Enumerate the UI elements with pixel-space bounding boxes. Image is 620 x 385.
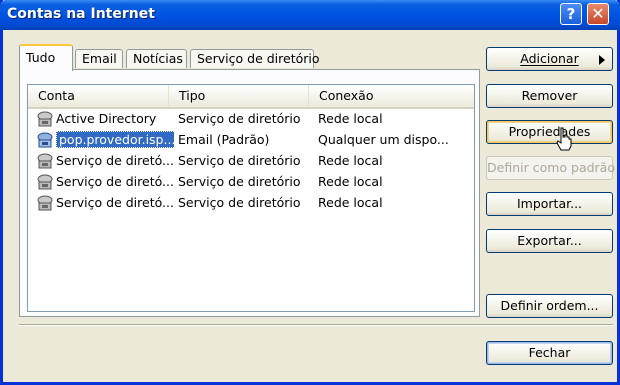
account-row-selected[interactable]: pop.provedor.isp... Email (Padrão) Qualq… [30, 130, 474, 150]
set-default-button[interactable]: Definir como padrão [486, 156, 615, 180]
account-name: pop.provedor.isp... [56, 131, 174, 148]
directory-service-icon [37, 111, 53, 127]
close-window-button[interactable]: ✕ [587, 3, 609, 25]
connection-cell: Rede local [318, 111, 383, 126]
remove-button[interactable]: Remover [486, 84, 613, 108]
account-row[interactable]: Serviço de diretó... Serviço de diretóri… [30, 151, 474, 171]
connection-cell: Rede local [318, 174, 383, 189]
type-cell: Serviço de diretório [178, 153, 301, 168]
import-button[interactable]: Importar... [486, 192, 613, 216]
tab-directory-service[interactable]: Serviço de diretório [190, 49, 320, 68]
account-cell: Serviço de diretó... [34, 151, 174, 171]
account-name: Serviço de diretó... [56, 174, 174, 189]
accounts-list[interactable]: Conta Tipo Conexão Active Directory Serv… [27, 84, 475, 312]
mail-account-icon [37, 132, 53, 148]
submenu-arrow-icon [599, 55, 605, 65]
account-name: Active Directory [56, 111, 157, 126]
column-header-account[interactable]: Conta [28, 85, 169, 107]
tab-news[interactable]: Notícias [126, 49, 187, 68]
connection-cell: Rede local [318, 153, 383, 168]
account-row[interactable]: Serviço de diretó... Serviço de diretóri… [30, 172, 474, 192]
properties-button[interactable]: Propriedades [486, 120, 613, 144]
tab-all[interactable]: Tudo [19, 44, 73, 71]
type-cell: Serviço de diretório [178, 174, 301, 189]
account-cell: Serviço de diretó... [34, 193, 174, 213]
tab-email[interactable]: Email [75, 49, 123, 68]
window-title: Contas na Internet [7, 6, 155, 22]
add-button[interactable]: Adicionar [486, 47, 613, 71]
divider [19, 324, 613, 326]
close-button[interactable]: Fechar [486, 341, 613, 365]
title-bar[interactable]: Contas na Internet ? ✕ [0, 0, 620, 30]
account-row[interactable]: Active Directory Serviço de diretório Re… [30, 109, 474, 129]
directory-service-icon [37, 195, 53, 211]
hand-pointer-icon [556, 127, 572, 151]
column-header-type[interactable]: Tipo [169, 85, 309, 107]
account-cell: pop.provedor.isp... [34, 130, 174, 150]
list-header: Conta Tipo Conexão [28, 85, 474, 109]
account-row[interactable]: Serviço de diretó... Serviço de diretóri… [30, 193, 474, 213]
column-header-connection[interactable]: Conexão [309, 85, 474, 107]
account-cell: Active Directory [34, 109, 174, 129]
internet-accounts-dialog: Contas na Internet ? ✕ Tudo Email Notíci… [0, 0, 620, 385]
connection-cell: Rede local [318, 195, 383, 210]
set-order-button[interactable]: Definir ordem... [486, 294, 613, 318]
type-cell: Serviço de diretório [178, 111, 301, 126]
account-name: Serviço de diretó... [56, 153, 174, 168]
directory-service-icon [37, 153, 53, 169]
directory-service-icon [37, 174, 53, 190]
connection-cell: Qualquer um dispo... [318, 132, 449, 147]
type-cell: Email (Padrão) [178, 132, 270, 147]
export-button[interactable]: Exportar... [486, 229, 613, 253]
account-cell: Serviço de diretó... [34, 172, 174, 192]
help-button[interactable]: ? [560, 3, 582, 25]
account-name: Serviço de diretó... [56, 195, 174, 210]
add-button-label: Adicionar [520, 51, 579, 66]
type-cell: Serviço de diretório [178, 195, 301, 210]
